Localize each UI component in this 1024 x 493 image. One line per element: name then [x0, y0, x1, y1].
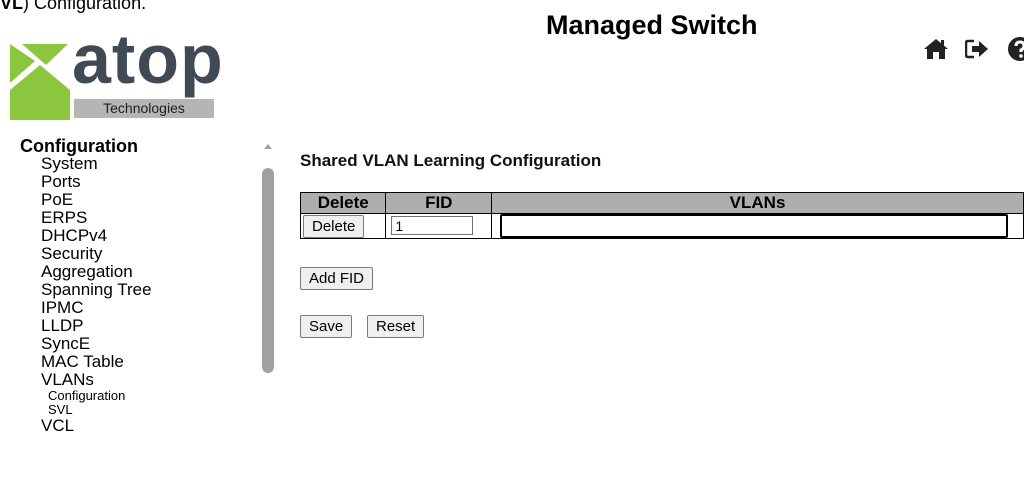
- fid-input[interactable]: [391, 216, 474, 236]
- header-icons: [921, 34, 1024, 64]
- nav-item-poe[interactable]: PoE: [20, 191, 152, 209]
- app-title: Managed Switch: [546, 10, 758, 40]
- nav-subitem-svl[interactable]: SVL: [20, 403, 152, 417]
- delete-cell: Delete: [299, 213, 387, 239]
- svl-table: Delete FID VLANs Delete: [299, 192, 1024, 239]
- sidebar-scrollbar[interactable]: [262, 144, 274, 493]
- nav-item-spanning-tree[interactable]: Spanning Tree: [20, 281, 152, 299]
- scroll-up-arrow-icon[interactable]: [264, 144, 272, 149]
- nav-item-mac-table[interactable]: MAC Table: [20, 353, 152, 371]
- save-button[interactable]: Save: [300, 315, 353, 338]
- fid-cell: [385, 213, 493, 239]
- logout-icon[interactable]: [963, 34, 993, 64]
- atop-logo: atop Technologies: [10, 24, 270, 120]
- table-row: Delete: [299, 213, 1024, 239]
- sidebar-nav: Configuration System Ports PoE ERPS DHCP…: [20, 137, 152, 435]
- logo-tagline: Technologies: [74, 99, 214, 118]
- caption-text: ) Configuration.: [23, 0, 147, 13]
- page-title: Shared VLAN Learning Configuration: [300, 151, 602, 170]
- nav-item-aggregation[interactable]: Aggregation: [20, 263, 152, 281]
- nav-item-security[interactable]: Security: [20, 245, 152, 263]
- nav-item-ports[interactable]: Ports: [20, 173, 152, 191]
- scrollbar-thumb[interactable]: [262, 168, 274, 373]
- column-header-vlans: VLANs: [491, 192, 1024, 214]
- table-header-row: Delete FID VLANs: [299, 192, 1024, 214]
- page-caption: VL) Configuration.: [0, 0, 146, 14]
- nav-heading-configuration[interactable]: Configuration: [20, 137, 152, 155]
- logo-mark-icon: [10, 44, 70, 120]
- nav-item-vcl[interactable]: VCL: [20, 417, 152, 435]
- nav-item-erps[interactable]: ERPS: [20, 209, 152, 227]
- nav-item-ipmc[interactable]: IPMC: [20, 299, 152, 317]
- reset-button[interactable]: Reset: [367, 315, 425, 338]
- nav-item-vlans[interactable]: VLANs: [20, 371, 152, 389]
- help-icon[interactable]: [1005, 34, 1024, 64]
- vlans-input[interactable]: [500, 214, 1009, 238]
- nav-item-synce[interactable]: SyncE: [20, 335, 152, 353]
- nav-item-dhcpv4[interactable]: DHCPv4: [20, 227, 152, 245]
- nav-subitem-vlan-configuration[interactable]: Configuration: [20, 389, 152, 403]
- column-header-delete: Delete: [299, 192, 387, 214]
- delete-button[interactable]: Delete: [303, 214, 365, 238]
- caption-bold: VL: [0, 0, 24, 13]
- column-header-fid: FID: [385, 192, 493, 214]
- logo-wordmark: atop: [72, 20, 224, 98]
- home-icon[interactable]: [921, 34, 951, 64]
- add-fid-button[interactable]: Add FID: [300, 267, 374, 290]
- nav-item-system[interactable]: System: [20, 155, 152, 173]
- nav-item-lldp[interactable]: LLDP: [20, 317, 152, 335]
- vlans-cell: [491, 213, 1024, 239]
